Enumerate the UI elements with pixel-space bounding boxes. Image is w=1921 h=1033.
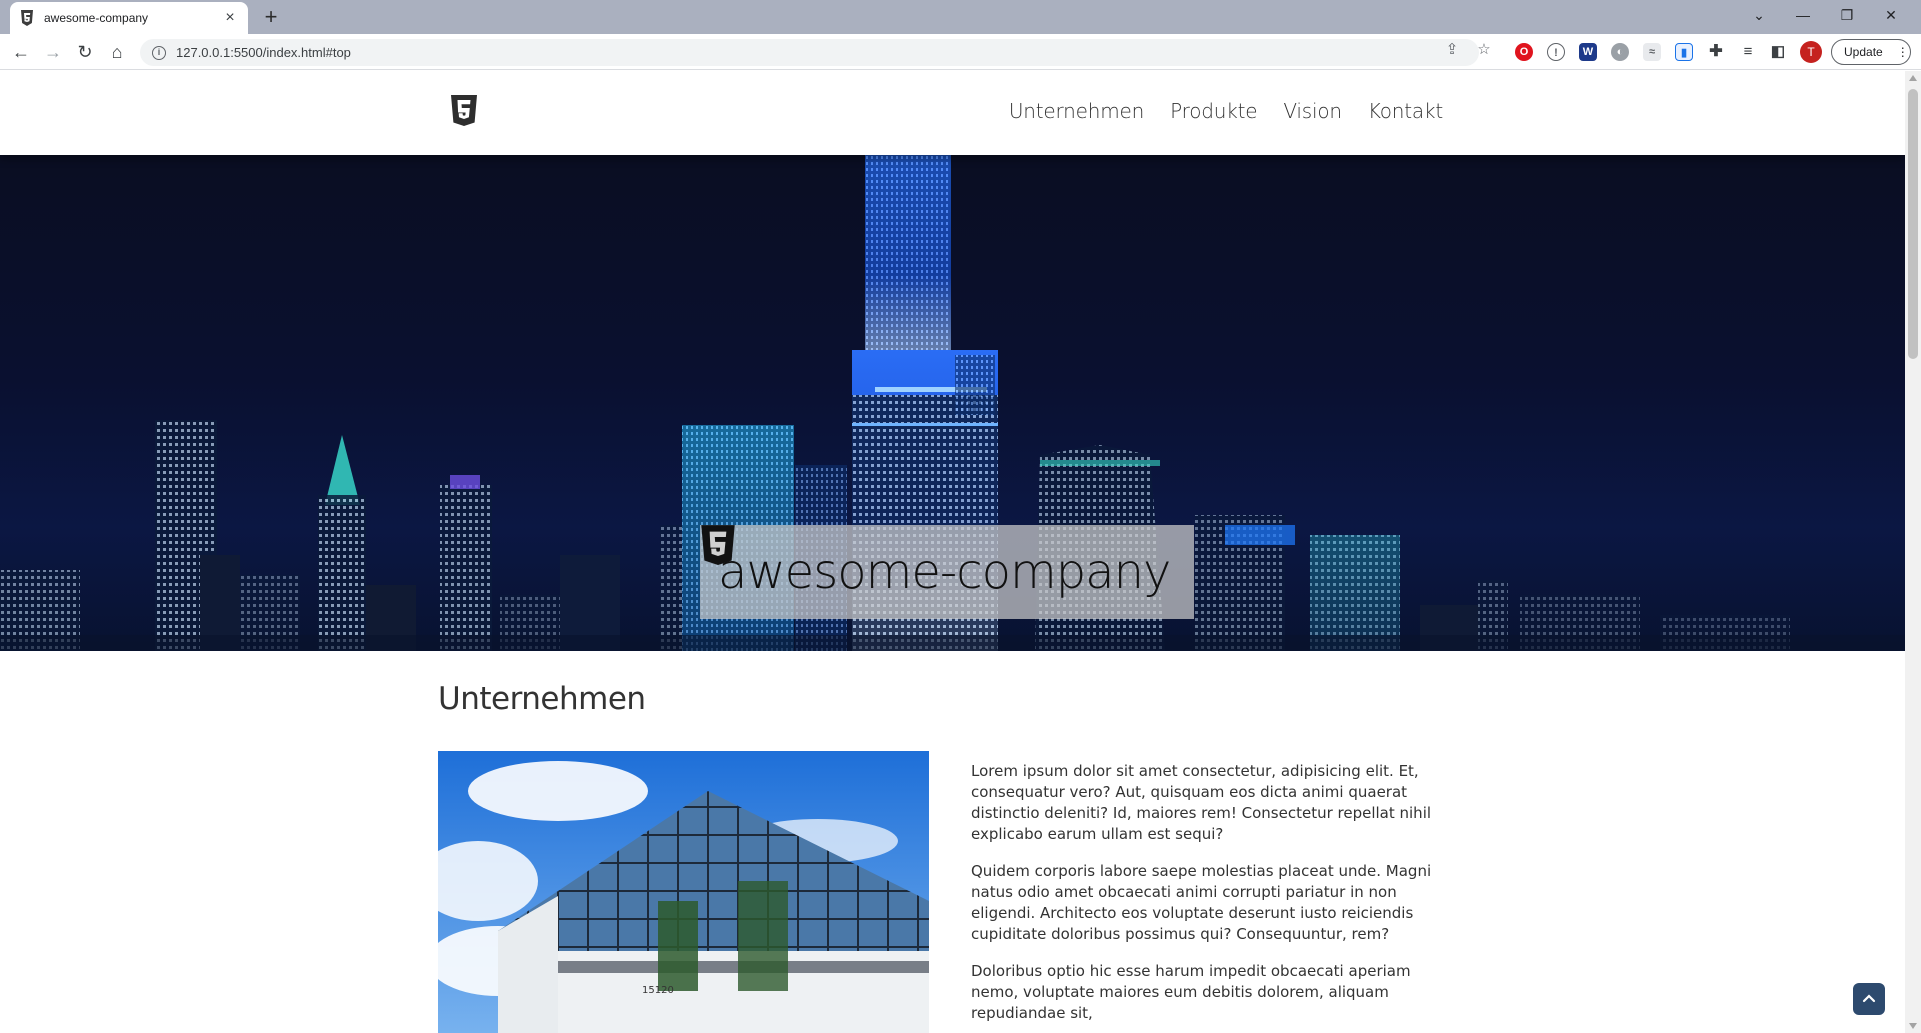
scroll-up-arrow-icon[interactable] — [1909, 75, 1917, 81]
reading-list-icon[interactable]: ≡ — [1739, 43, 1757, 61]
new-tab-button[interactable]: + — [258, 4, 284, 30]
nav-link-kontakt[interactable]: Kontakt — [1368, 99, 1443, 123]
html5-logo-icon — [701, 525, 735, 565]
minimize-icon[interactable]: — — [1781, 0, 1825, 30]
html5-logo-icon[interactable] — [450, 95, 478, 129]
scroll-down-arrow-icon[interactable] — [1909, 1023, 1917, 1029]
unternehmen-section: Unternehmen 15120 Lorem ipsum dolor sit … — [438, 681, 1449, 1033]
paragraph: Lorem ipsum dolor sit amet consectetur, … — [971, 762, 1432, 843]
url-text[interactable]: 127.0.0.1:5500/index.html#top — [176, 45, 351, 60]
star-icon[interactable]: ☆ — [1472, 40, 1496, 58]
page-scrollbar[interactable] — [1905, 71, 1921, 1033]
address-bar[interactable]: i 127.0.0.1:5500/index.html#top — [140, 39, 1479, 66]
nav-link-vision[interactable]: Vision — [1283, 99, 1342, 123]
forward-arrow-icon[interactable]: → — [40, 39, 66, 65]
paragraph: Quidem corporis labore saepe molestias p… — [971, 862, 1432, 943]
reload-icon[interactable]: ↻ — [72, 39, 98, 65]
menu-dots-icon[interactable]: ⋮ — [1897, 45, 1909, 59]
scroll-to-top-button[interactable] — [1853, 983, 1885, 1015]
ext-icon-2[interactable]: ≈ — [1643, 43, 1661, 61]
page-viewport: Unternehmen Produkte Vision Kontakt awes… — [0, 71, 1905, 1033]
restore-icon[interactable]: ❐ — [1825, 0, 1869, 30]
hero-section: awesome-company — [0, 155, 1905, 651]
sidebar-icon[interactable]: ◧ — [1769, 43, 1787, 61]
nav-link-unternehmen[interactable]: Unternehmen — [1009, 99, 1144, 123]
chevron-up-icon — [1862, 994, 1876, 1003]
section-title: Unternehmen — [438, 681, 646, 717]
browser-toolbar: ← → ↻ ⌂ i 127.0.0.1:5500/index.html#top … — [0, 34, 1921, 70]
tab-title: awesome-company — [44, 11, 149, 25]
browser-tabstrip: awesome-company × + ⌄ — ❐ ✕ — [0, 0, 1921, 34]
home-icon[interactable]: ⌂ — [104, 39, 130, 65]
scrollbar-thumb[interactable] — [1908, 89, 1918, 359]
office-building-image: 15120 — [438, 751, 929, 1033]
update-label: Update — [1844, 45, 1883, 59]
hero-title-badge: awesome-company — [700, 525, 1194, 619]
w-extension-icon[interactable]: W — [1579, 43, 1597, 61]
ext-icon-3[interactable]: ▮ — [1675, 43, 1693, 61]
window-close-icon[interactable]: ✕ — [1869, 0, 1913, 30]
site-header: Unternehmen Produkte Vision Kontakt — [0, 71, 1905, 155]
site-nav: Unternehmen Produkte Vision Kontakt — [1009, 99, 1443, 123]
tab-search-icon[interactable]: ⌄ — [1737, 0, 1781, 30]
share-icon[interactable]: ⇪ — [1440, 40, 1464, 58]
ublock-extension-icon[interactable]: ! — [1547, 43, 1565, 61]
ext-icon[interactable]: ◐ — [1611, 43, 1629, 61]
html5-favicon-icon — [21, 10, 33, 26]
browser-tab[interactable]: awesome-company × — [10, 2, 248, 34]
hero-title: awesome-company — [718, 544, 1171, 600]
back-arrow-icon[interactable]: ← — [8, 39, 34, 65]
nav-link-produkte[interactable]: Produkte — [1170, 99, 1257, 123]
tab-close-icon[interactable]: × — [222, 9, 238, 27]
paragraph: Doloribus optio hic esse harum impedit o… — [971, 962, 1411, 1022]
profile-avatar[interactable]: T — [1800, 41, 1822, 63]
opera-extension-icon[interactable]: O — [1515, 43, 1533, 61]
update-button[interactable]: Update ⋮ — [1831, 39, 1911, 65]
puzzle-icon[interactable]: ✚ — [1707, 43, 1725, 61]
info-icon[interactable]: i — [152, 45, 166, 60]
building-number: 15120 — [642, 985, 674, 996]
section-text: Lorem ipsum dolor sit amet consectetur, … — [971, 761, 1451, 1033]
